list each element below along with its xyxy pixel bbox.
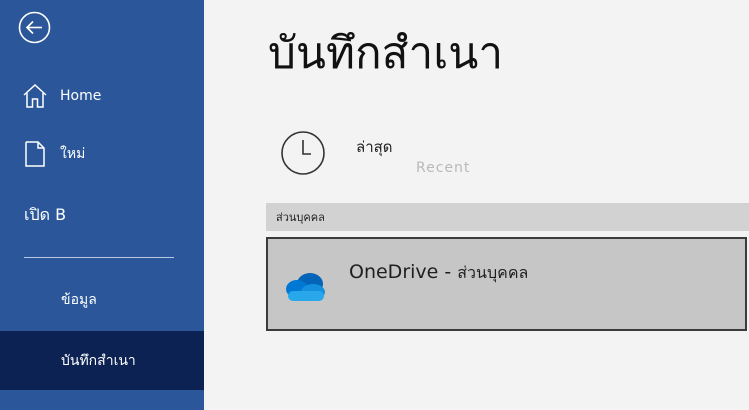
section-header-personal: ส่วนบุคคล (266, 203, 749, 231)
back-arrow-icon (18, 11, 51, 44)
back-button[interactable] (18, 11, 51, 44)
sidebar-divider (24, 257, 174, 258)
recent-ghost-text: Recent (416, 160, 471, 176)
home-icon (22, 82, 48, 110)
app-window: Home ใหม่ เปิด B ข้อมูล บันทึกสำเนา บันท… (0, 0, 749, 410)
sidebar-item-label: บันทึกสำเนา (61, 352, 136, 369)
sidebar-item-label: ใหม่ (60, 146, 86, 162)
onedrive-personal-location[interactable]: OneDrive - ส่วนบุคคล (266, 237, 747, 331)
recent-location[interactable]: ล่าสุด Recent (266, 118, 749, 188)
onedrive-name: OneDrive - (349, 261, 458, 283)
sidebar-item-new[interactable]: ใหม่ (0, 138, 204, 170)
recent-label: ล่าสุด (356, 138, 393, 156)
sidebar-item-open[interactable]: เปิด B (0, 200, 204, 230)
main-panel: บันทึกสำเนา ล่าสุด Recent ส่วนบุคคล OneD… (204, 0, 749, 410)
clock-icon (281, 131, 325, 175)
new-document-icon (22, 140, 48, 168)
page-title: บันทึกสำเนา (268, 28, 504, 79)
onedrive-cloud-icon (286, 273, 325, 301)
sidebar-item-label: ข้อมูล (61, 292, 97, 308)
onedrive-sub-label: ส่วนบุคคล (457, 263, 529, 282)
sidebar-item-save-a-copy[interactable]: บันทึกสำเนา (0, 331, 204, 390)
sidebar-item-label: เปิด B (24, 204, 67, 224)
onedrive-label: OneDrive - ส่วนบุคคล (349, 261, 528, 286)
backstage-sidebar: Home ใหม่ เปิด B ข้อมูล บันทึกสำเนา (0, 0, 204, 410)
sidebar-item-label: Home (60, 88, 102, 104)
sidebar-item-info[interactable]: ข้อมูล (0, 284, 204, 316)
section-header-label: ส่วนบุคคล (276, 211, 325, 224)
sidebar-item-home[interactable]: Home (0, 80, 204, 112)
